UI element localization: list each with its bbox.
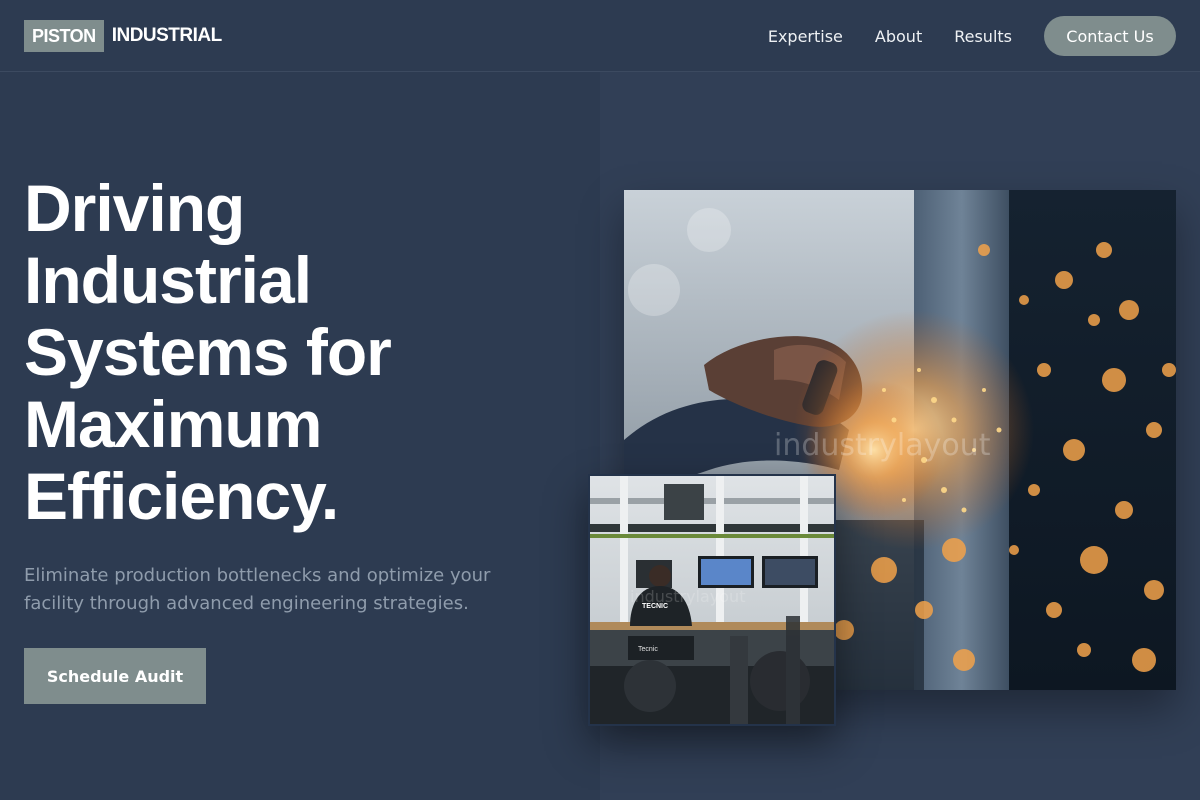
office-workstation-image: TECNIC Tecnic industrylayout xyxy=(588,474,836,726)
headline-line: Systems for xyxy=(24,315,392,389)
nav-link-expertise[interactable]: Expertise xyxy=(768,27,843,46)
main-nav: Expertise About Results Contact Us xyxy=(768,16,1176,56)
schedule-audit-button[interactable]: Schedule Audit xyxy=(24,648,206,704)
logo-box: PISTON xyxy=(24,20,104,52)
nav-link-results[interactable]: Results xyxy=(954,27,1012,46)
watermark-text: industrylayout xyxy=(774,428,991,463)
headline-line: Industrial xyxy=(24,243,312,317)
office-workstation-illustration: TECNIC Tecnic industrylayout xyxy=(590,476,834,724)
headline-line: Efficiency. xyxy=(24,459,339,533)
watermark-text: industrylayout xyxy=(630,587,745,606)
logo-text: INDUSTRIAL xyxy=(111,25,223,46)
hero-subtext: Eliminate production bottlenecks and opt… xyxy=(24,565,491,614)
landing-page: PISTON INDUSTRIAL Expertise About Result… xyxy=(0,0,1200,800)
site-header: PISTON INDUSTRIAL Expertise About Result… xyxy=(0,0,1200,72)
headline-line: Driving xyxy=(24,171,245,245)
logo[interactable]: PISTON INDUSTRIAL xyxy=(24,20,222,52)
headline-line: Maximum xyxy=(24,387,322,461)
nav-link-about[interactable]: About xyxy=(875,27,922,46)
contact-us-button[interactable]: Contact Us xyxy=(1044,16,1176,56)
hero-headline: Driving Industrial Systems for Maximum E… xyxy=(24,172,584,532)
chair-text: Tecnic xyxy=(638,646,658,653)
